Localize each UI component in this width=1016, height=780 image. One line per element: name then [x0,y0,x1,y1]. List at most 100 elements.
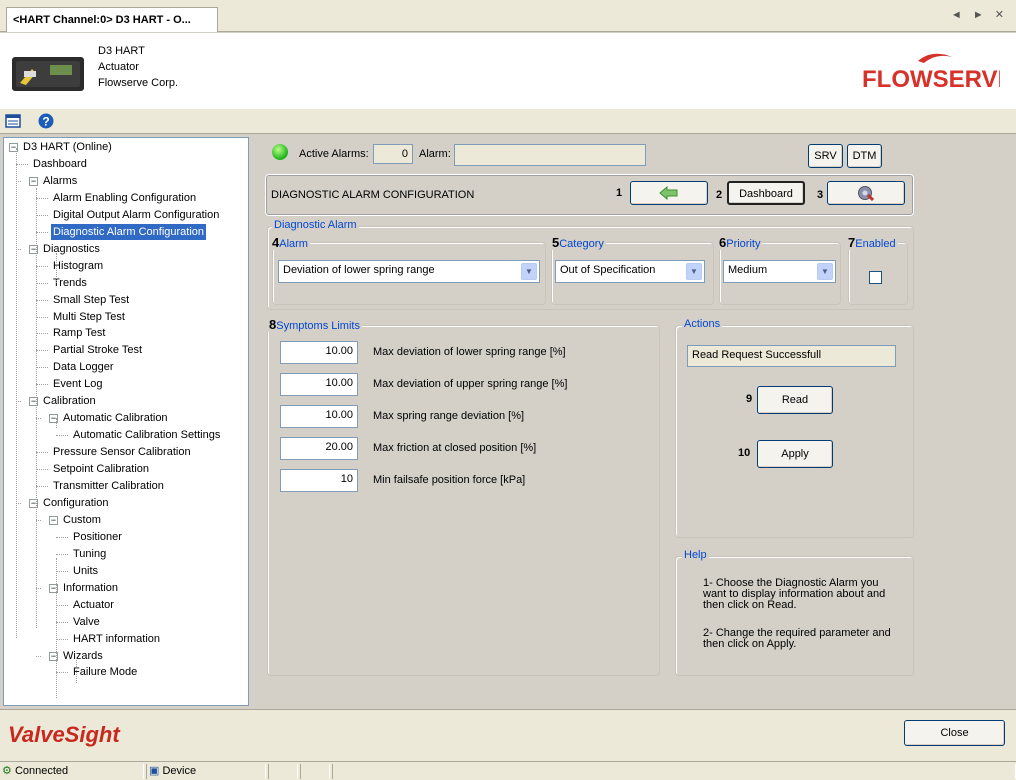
tree-item[interactable]: Event Log [51,376,105,392]
tree-item[interactable]: Configuration [41,495,110,511]
tree-item[interactable]: Diagnostics [41,241,102,257]
tab-navigation[interactable]: ◄ ► ✕ [951,8,1008,21]
tree-connector [36,469,48,471]
back-button[interactable] [630,181,708,205]
callout-9: 9 [746,393,753,405]
symptom-limit-input[interactable]: 10 [280,469,358,492]
symptom-limit-input[interactable]: 20.00 [280,437,358,460]
tree-item[interactable]: Automatic Calibration [61,410,170,426]
action-status-field: Read Request Successfull [687,345,896,367]
tree-item[interactable]: Calibration [41,393,98,409]
tree-item[interactable]: Pressure Sensor Calibration [51,444,193,460]
category-select[interactable]: Out of Specification ▼ [555,260,705,283]
tree-item[interactable]: Digital Output Alarm Configuration [51,207,221,223]
help-step-1: 1- Choose the Diagnostic Alarm you want … [703,577,886,611]
symptom-limit-label: Min failsafe position force [kPa] [373,474,526,486]
valvesight-brand: ValveSight [8,722,120,747]
tree-item[interactable]: Partial Stroke Test [51,342,144,358]
tree-expander-icon[interactable]: − [49,515,58,525]
tree-connector [56,621,68,623]
tree-connector [16,163,28,165]
tree-connector [56,553,68,555]
read-button[interactable]: Read [757,386,833,414]
tree-connector [36,452,48,454]
device-icon: ▣ [149,765,160,777]
alarm-field [454,144,646,166]
tree-connector [36,316,48,318]
tools-button[interactable] [827,181,905,205]
footer: ValveSight Close [0,709,1016,761]
tree-item[interactable]: Actuator [71,597,116,613]
main-panel: Active Alarms: 0 Alarm: SRV DTM DIAGNOST… [258,134,1016,709]
tree-guide-line [76,658,77,683]
chevron-down-icon[interactable]: ▼ [521,263,537,280]
status-cell [300,764,330,779]
tree-item[interactable]: D3 HART (Online) [21,139,114,155]
tree-item[interactable]: Custom [61,512,103,528]
alarm-select[interactable]: Deviation of lower spring range ▼ [278,260,540,283]
alarm-select-label: Alarm [279,238,308,250]
tree-item[interactable]: Alarms [41,173,79,189]
symptom-limit-input[interactable]: 10.00 [280,341,358,364]
tree-item[interactable]: Small Step Test [51,292,131,308]
tree-item[interactable]: Wizards [61,648,105,664]
splitter[interactable] [251,134,257,709]
tree-item[interactable]: Positioner [71,529,124,545]
tree-item[interactable]: Information [61,580,120,596]
tree-item[interactable]: Units [71,563,100,579]
tree-connector [36,384,48,386]
priority-subgroup-label: 6Priority [717,235,763,250]
symptom-limit-label: Max friction at closed position [%] [373,442,537,454]
tree-item[interactable]: Automatic Calibration Settings [71,427,222,443]
active-alarms-label: Active Alarms: [299,148,369,160]
tree-connector [36,333,48,335]
active-alarms-count: 0 [373,144,413,164]
tree-item[interactable]: Failure Mode [71,664,139,680]
tree-item[interactable]: Setpoint Calibration [51,461,151,477]
enabled-checkbox[interactable] [869,271,882,284]
tree-item[interactable]: Dashboard [31,156,89,172]
symptom-limit-input[interactable]: 10.00 [280,373,358,396]
alarm-label: Alarm: [419,148,451,160]
alarm-status-led-icon [272,144,288,160]
tree-item[interactable]: Histogram [51,258,105,274]
tree-item[interactable]: Diagnostic Alarm Configuration [51,223,207,240]
tree-item[interactable]: Ramp Test [51,325,107,341]
chevron-down-icon[interactable]: ▼ [686,263,702,280]
priority-select[interactable]: Medium ▼ [723,260,836,283]
tree-item[interactable]: Data Logger [51,359,116,375]
symptom-limit-input[interactable]: 10.00 [280,405,358,428]
chevron-down-icon[interactable]: ▼ [817,263,833,280]
tree-item[interactable]: Tuning [71,546,108,562]
srv-button[interactable]: SRV [808,144,843,168]
device-image [12,57,84,91]
symptom-limit-label: Max spring range deviation [%] [373,410,525,422]
close-button[interactable]: Close [904,720,1005,746]
status-bar: ⚙ Connected ▣ Device [0,761,1016,780]
dtm-button[interactable]: DTM [847,144,882,168]
tree-connector [36,197,48,199]
back-arrow-icon [659,185,678,201]
tree-item[interactable]: Valve [71,614,102,630]
tree-item[interactable]: Alarm Enabling Configuration [51,190,198,206]
symptoms-limits-label: 8Symptoms Limits [267,317,362,332]
help-icon[interactable]: ? [38,113,54,129]
document-tab[interactable]: <HART Channel:0> D3 HART - O... [6,7,218,32]
device-name: D3 HART [98,45,145,57]
document-tab-strip: <HART Channel:0> D3 HART - O... ◄ ► ✕ [0,0,1016,32]
status-device-text: Device [162,765,197,777]
help-group-label: Help [682,549,709,561]
tree-item[interactable]: Transmitter Calibration [51,478,166,494]
dashboard-button[interactable]: Dashboard [727,181,805,205]
tree-connector [36,486,48,487]
callout-3: 3 [817,189,824,201]
apply-button[interactable]: Apply [757,440,833,468]
tree-expander-icon[interactable]: − [29,176,38,186]
status-device: ▣ Device [146,764,266,779]
tree-connector [36,231,48,233]
logo-text: FLOWSERVE [862,66,1000,93]
tree-item[interactable]: HART information [71,631,162,647]
tree-item[interactable]: Multi Step Test [51,309,127,325]
window-icon[interactable] [5,113,21,129]
device-header: D3 HART Actuator Flowserve Corp. FLOWSER… [0,33,1016,109]
